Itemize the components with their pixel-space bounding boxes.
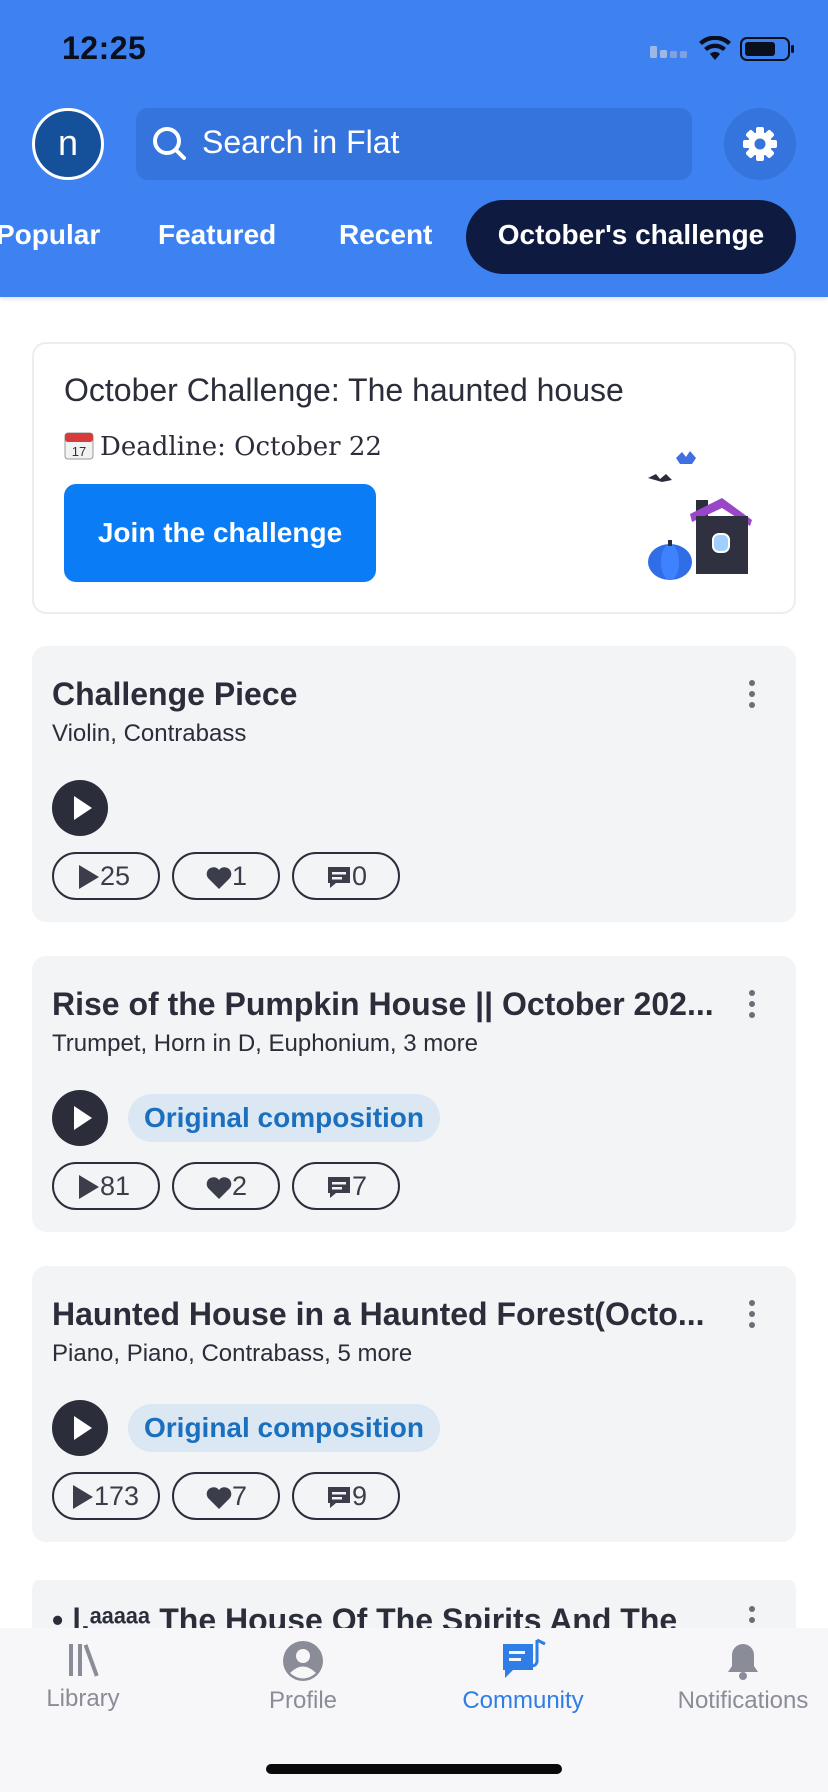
app-header: 12:25 n Search in Flat Popular Featured … bbox=[0, 0, 828, 297]
more-options-icon[interactable] bbox=[744, 678, 760, 710]
bell-icon bbox=[728, 1644, 758, 1680]
play-count-icon bbox=[79, 865, 99, 889]
heart-icon bbox=[206, 1177, 232, 1199]
nav-label: Community bbox=[462, 1687, 584, 1714]
comment-icon bbox=[328, 1177, 350, 1198]
play-icon bbox=[74, 796, 92, 820]
svg-text:17: 17 bbox=[72, 444, 86, 459]
community-icon bbox=[503, 1638, 546, 1678]
nav-library[interactable]: Library bbox=[0, 1640, 173, 1713]
profile-icon bbox=[283, 1641, 323, 1681]
home-indicator[interactable] bbox=[266, 1764, 562, 1774]
original-composition-tag: Original composition bbox=[128, 1094, 440, 1142]
score-instruments: Piano, Piano, Contrabass, 5 more bbox=[52, 1340, 413, 1367]
nav-community[interactable]: Community bbox=[433, 1638, 613, 1715]
user-avatar[interactable]: n bbox=[32, 108, 104, 180]
more-options-icon[interactable] bbox=[744, 1604, 760, 1628]
score-title[interactable]: Haunted House in a Haunted Forest(Octo..… bbox=[52, 1296, 705, 1333]
heart-icon bbox=[206, 1487, 232, 1509]
calendar-icon: 17 bbox=[64, 432, 94, 460]
gear-icon bbox=[743, 127, 777, 161]
tab-octobers-challenge[interactable]: October's challenge bbox=[466, 200, 796, 274]
plays-count: 81 bbox=[52, 1162, 160, 1210]
score-instruments: Violin, Contrabass bbox=[52, 720, 247, 747]
comments-button[interactable]: 9 bbox=[292, 1472, 400, 1520]
play-count-icon bbox=[73, 1485, 93, 1509]
play-button[interactable] bbox=[52, 1400, 108, 1456]
settings-button[interactable] bbox=[724, 108, 796, 180]
challenge-title: October Challenge: The haunted house bbox=[64, 372, 624, 408]
more-options-icon[interactable] bbox=[744, 1298, 760, 1330]
challenge-deadline: 17 Deadline: October 22 bbox=[64, 430, 382, 462]
original-composition-tag: Original composition bbox=[128, 1404, 440, 1452]
score-title[interactable]: Rise of the Pumpkin House || October 202… bbox=[52, 986, 714, 1023]
comment-icon bbox=[328, 867, 350, 888]
nav-label: Notifications bbox=[677, 1687, 809, 1714]
score-instruments: Trumpet, Horn in D, Euphonium, 3 more bbox=[52, 1030, 478, 1057]
play-icon bbox=[74, 1416, 92, 1440]
tab-recent[interactable]: Recent bbox=[339, 200, 432, 274]
haunted-house-illustration bbox=[648, 451, 752, 580]
comments-button[interactable]: 7 bbox=[292, 1162, 400, 1210]
likes-button[interactable]: 1 bbox=[172, 852, 280, 900]
comment-icon bbox=[328, 1487, 350, 1508]
heart-icon bbox=[206, 867, 232, 889]
plays-count: 25 bbox=[52, 852, 160, 900]
nav-label: Library bbox=[46, 1685, 120, 1712]
likes-button[interactable]: 2 bbox=[172, 1162, 280, 1210]
nav-profile[interactable]: Profile bbox=[213, 1640, 393, 1715]
likes-button[interactable]: 7 bbox=[172, 1472, 280, 1520]
play-icon bbox=[74, 1106, 92, 1130]
tab-popular[interactable]: Popular bbox=[0, 200, 100, 274]
wifi-icon bbox=[699, 36, 731, 60]
play-button[interactable] bbox=[52, 780, 108, 836]
cellular-signal-icon bbox=[650, 46, 687, 58]
score-title[interactable]: • |.ᵃᵃᵃᵃᵃ The House Of The Spirits And T… bbox=[52, 1602, 677, 1628]
score-card-partial[interactable]: • |.ᵃᵃᵃᵃᵃ The House Of The Spirits And T… bbox=[0, 1580, 828, 1628]
nav-label: Profile bbox=[268, 1687, 338, 1714]
battery-icon bbox=[740, 37, 794, 61]
comments-button[interactable]: 0 bbox=[292, 852, 400, 900]
search-icon bbox=[153, 127, 186, 160]
score-title[interactable]: Challenge Piece bbox=[52, 676, 297, 713]
tab-featured[interactable]: Featured bbox=[158, 200, 276, 274]
more-options-icon[interactable] bbox=[744, 988, 760, 1020]
plays-count: 173 bbox=[52, 1472, 160, 1520]
nav-notifications[interactable]: Notifications bbox=[653, 1640, 828, 1715]
deadline-text: Deadline: October 22 bbox=[100, 432, 382, 462]
play-button[interactable] bbox=[52, 1090, 108, 1146]
search-placeholder: Search in Flat bbox=[202, 124, 400, 160]
status-time: 12:25 bbox=[62, 30, 147, 66]
play-count-icon bbox=[79, 1175, 99, 1199]
join-challenge-button[interactable]: Join the challenge bbox=[64, 484, 376, 582]
library-icon bbox=[69, 1644, 99, 1677]
